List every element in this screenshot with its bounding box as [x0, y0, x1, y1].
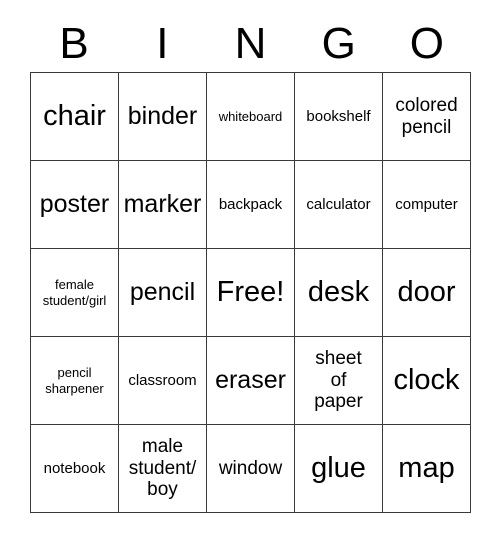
bingo-cell[interactable]: clock	[383, 337, 471, 425]
bingo-cell[interactable]: desk	[295, 249, 383, 337]
bingo-cell[interactable]: eraser	[207, 337, 295, 425]
bingo-cell-label: sheet of paper	[314, 347, 363, 413]
bingo-cell-label: calculator	[306, 195, 371, 213]
bingo-cell[interactable]: bookshelf	[295, 73, 383, 161]
bingo-cell[interactable]: door	[383, 249, 471, 337]
bingo-cell-label: classroom	[128, 371, 197, 389]
bingo-cell-label: eraser	[215, 366, 286, 394]
bingo-cell[interactable]: classroom	[119, 337, 207, 425]
bingo-cell[interactable]: Free!	[207, 249, 295, 337]
bingo-cell-label: male student/ boy	[128, 435, 197, 501]
bingo-header-letter-b: B	[59, 19, 89, 68]
bingo-cell-label: door	[397, 276, 456, 309]
bingo-cell-label: desk	[307, 276, 370, 309]
bingo-cell[interactable]: pencil sharpener	[31, 337, 119, 425]
bingo-cell-label: Free!	[216, 276, 285, 309]
bingo-cell[interactable]: calculator	[295, 161, 383, 249]
bingo-cell-label: binder	[127, 102, 198, 130]
bingo-cell-label: backpack	[218, 195, 283, 213]
bingo-header-letter-o: O	[409, 19, 445, 68]
bingo-cell-label: notebook	[43, 459, 106, 477]
bingo-cell[interactable]: whiteboard	[207, 73, 295, 161]
bingo-cell[interactable]: female student/girl	[31, 249, 119, 337]
bingo-cell-label: colored pencil	[395, 94, 458, 138]
bingo-cell-label: marker	[123, 190, 202, 218]
bingo-cell[interactable]: backpack	[207, 161, 295, 249]
bingo-cell[interactable]: computer	[383, 161, 471, 249]
bingo-cell-label: pencil	[129, 278, 196, 306]
bingo-cell[interactable]: window	[207, 425, 295, 513]
bingo-cell-label: glue	[311, 452, 366, 485]
bingo-cell-label: map	[398, 452, 455, 485]
bingo-cell-label: chair	[43, 100, 106, 133]
bingo-grid: chair binder whiteboard bookshelf colored pe…	[30, 72, 471, 513]
bingo-header-letter-n: N	[234, 19, 267, 68]
bingo-cell-label: window	[218, 457, 283, 479]
bingo-cell[interactable]: binder	[119, 73, 207, 161]
bingo-cell-label: female student/girl	[42, 276, 107, 308]
bingo-cell[interactable]: sheet of paper	[295, 337, 383, 425]
bingo-cell[interactable]: pencil	[119, 249, 207, 337]
bingo-cell-label: pencil sharpener	[45, 364, 104, 396]
bingo-cell-label: clock	[393, 364, 460, 397]
bingo-header-letter-i: I	[156, 19, 169, 68]
bingo-cell[interactable]: map	[383, 425, 471, 513]
bingo-cell[interactable]: glue	[295, 425, 383, 513]
bingo-cell-label: whiteboard	[218, 108, 283, 124]
bingo-cell[interactable]: male student/ boy	[119, 425, 207, 513]
bingo-header-letter-g: G	[321, 19, 356, 68]
bingo-cell-label: bookshelf	[306, 107, 371, 125]
bingo-cell[interactable]: chair	[31, 73, 119, 161]
bingo-cell[interactable]: notebook	[31, 425, 119, 513]
bingo-cell[interactable]: marker	[119, 161, 207, 249]
bingo-cell[interactable]: poster	[31, 161, 119, 249]
bingo-card: B I N G O chair binder whiteboard bookshelf…	[0, 0, 500, 544]
bingo-cell-label: poster	[39, 190, 110, 218]
bingo-cell[interactable]: colored pencil	[383, 73, 471, 161]
bingo-cell-label: computer	[395, 195, 458, 213]
bingo-header: B I N G O	[30, 18, 471, 70]
